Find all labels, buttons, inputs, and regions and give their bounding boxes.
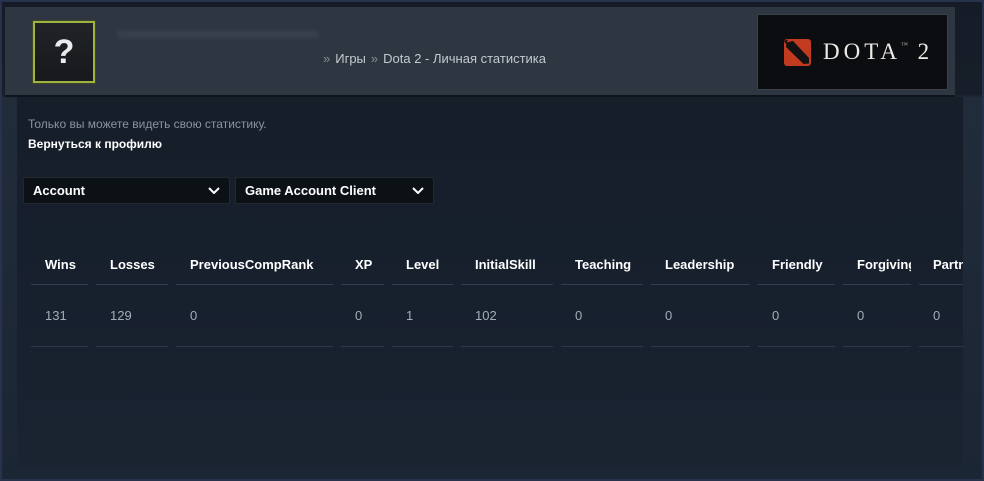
source-select[interactable]: Game Account Client — [235, 177, 434, 204]
col-header-partner: Partner — [919, 245, 963, 285]
scope-select[interactable]: Account — [23, 177, 230, 204]
stats-filters: Account Game Account Client — [23, 177, 434, 204]
dota2-logo-icon — [784, 39, 811, 66]
cell-teaching: 0 — [561, 285, 643, 347]
stats-data-row: 131 129 0 0 1 102 0 0 0 0 0 — [31, 285, 963, 347]
cell-wins: 131 — [31, 285, 88, 347]
privacy-notice: Только вы можете видеть свою статистику. — [28, 117, 267, 131]
col-header-wins: Wins — [31, 245, 88, 285]
breadcrumb: » Игры » Dota 2 - Личная статистика — [318, 51, 546, 66]
source-select-value: Game Account Client — [245, 183, 406, 198]
breadcrumb-current-page: Dota 2 - Личная статистика — [383, 51, 546, 66]
dota2-logo-text: DOTA™ 2 — [823, 39, 933, 65]
col-header-level: Level — [392, 245, 453, 285]
back-to-profile-link[interactable]: Вернуться к профилю — [28, 137, 162, 151]
cell-forgiving: 0 — [843, 285, 911, 347]
col-header-teaching: Teaching — [561, 245, 643, 285]
col-header-forgiving: Forgiving — [843, 245, 911, 285]
stats-content-panel: Только вы можете видеть свою статистику.… — [17, 97, 963, 467]
dota2-logo-banner[interactable]: DOTA™ 2 — [757, 14, 948, 90]
col-header-initialskill: InitialSkill — [461, 245, 553, 285]
stats-header-row: Wins Losses PreviousCompRank XP Level In… — [31, 245, 963, 285]
cell-leadership: 0 — [651, 285, 750, 347]
cell-partner: 0 — [919, 285, 963, 347]
cell-level: 1 — [392, 285, 453, 347]
cell-initialskill: 102 — [461, 285, 553, 347]
breadcrumb-separator: » — [371, 51, 378, 66]
scope-select-value: Account — [33, 183, 202, 198]
chevron-down-icon — [208, 187, 220, 194]
col-header-losses: Losses — [96, 245, 168, 285]
page-background: ? » Игры » Dota 2 - Личная статистика DOTA™… — [0, 0, 984, 481]
trademark-symbol: ™ — [901, 41, 908, 49]
cell-losses: 129 — [96, 285, 168, 347]
stats-table: Wins Losses PreviousCompRank XP Level In… — [23, 245, 963, 347]
col-header-leadership: Leadership — [651, 245, 750, 285]
user-avatar[interactable]: ? — [33, 21, 95, 83]
cell-xp: 0 — [341, 285, 384, 347]
col-header-friendly: Friendly — [758, 245, 835, 285]
chevron-down-icon — [412, 187, 424, 194]
col-header-xp: XP — [341, 245, 384, 285]
breadcrumb-link-games[interactable]: Игры — [335, 51, 366, 66]
redacted-username — [117, 31, 319, 38]
community-header: ? » Игры » Dota 2 - Личная статистика DOTA™… — [5, 7, 955, 97]
cell-friendly: 0 — [758, 285, 835, 347]
col-header-previouscomprank: PreviousCompRank — [176, 245, 333, 285]
breadcrumb-separator: » — [323, 51, 330, 66]
cell-previouscomprank: 0 — [176, 285, 333, 347]
avatar-question-glyph: ? — [54, 33, 75, 72]
